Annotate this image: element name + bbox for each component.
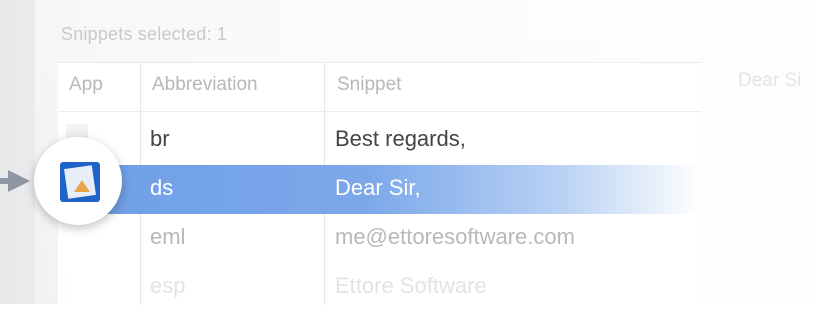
snippet-cell: Best regards, (335, 126, 466, 151)
snippet-cell: Ettore Software (335, 273, 487, 298)
snippet-preview-ghost: Dear Si (738, 70, 802, 91)
abbreviation-cell: br (150, 126, 170, 151)
column-header-abbreviation[interactable]: Abbreviation (152, 74, 258, 96)
snippet-cell: Dear Sir, (335, 175, 421, 200)
app-glyph-icon (74, 180, 90, 192)
abbreviation-cell: esp (150, 273, 186, 298)
table-row[interactable]: br Best regards, (58, 116, 702, 165)
abbreviation-cell: ds (150, 175, 174, 200)
snippets-table: App Abbreviation Snippet br Best regards… (58, 62, 702, 305)
table-row[interactable]: eml me@ettoresoftware.com (58, 214, 702, 263)
table-row-selected[interactable]: ds Dear Sir, (58, 165, 702, 214)
selection-status: Snippets selected: 1 (61, 24, 228, 44)
callout-arrow-icon (8, 170, 30, 192)
table-header: App Abbreviation Snippet (58, 63, 702, 112)
snippet-cell: me@ettoresoftware.com (335, 224, 575, 249)
column-header-snippet[interactable]: Snippet (337, 74, 401, 96)
abbreviation-cell: eml (150, 224, 186, 249)
table-row[interactable]: esp Ettore Software (58, 263, 702, 312)
column-header-app[interactable]: App (69, 74, 103, 96)
